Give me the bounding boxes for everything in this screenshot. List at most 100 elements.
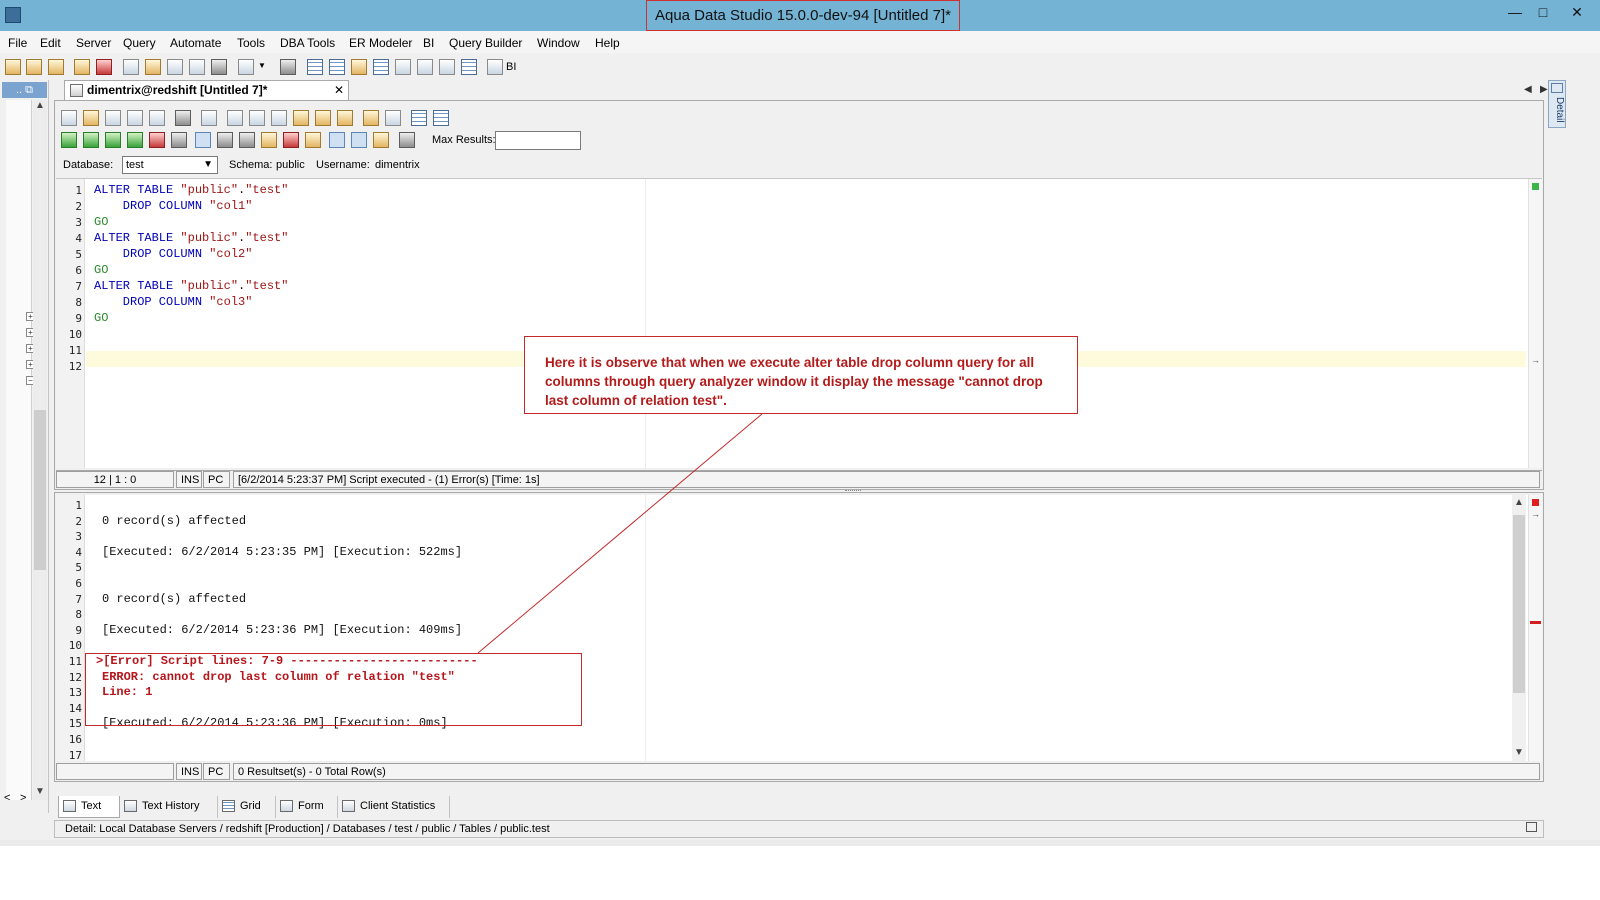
tab-text[interactable]: Text xyxy=(58,796,120,818)
uncomment-icon[interactable] xyxy=(385,110,401,126)
cut-icon[interactable] xyxy=(249,110,265,126)
close-button[interactable]: ✕ xyxy=(1562,2,1592,22)
layout-detail-icon[interactable] xyxy=(351,59,367,75)
server-output-icon[interactable] xyxy=(283,132,299,148)
schema-script-icon[interactable] xyxy=(189,59,205,75)
database-select[interactable]: test ▼ xyxy=(122,156,218,174)
server-properties-icon[interactable] xyxy=(48,59,64,75)
bi-dashboard-icon[interactable] xyxy=(487,59,503,75)
er-diagram-icon[interactable] xyxy=(211,59,227,75)
tab-next-icon[interactable]: ▶ xyxy=(1540,84,1548,95)
menu-query-builder[interactable]: Query Builder xyxy=(449,36,522,50)
tab-form[interactable]: Form xyxy=(276,796,338,818)
max-results-input[interactable] xyxy=(495,131,581,150)
menu-automate[interactable]: Automate xyxy=(170,36,221,50)
sql-code-editor[interactable]: 1 2 3 4 5 6 7 8 9 10 11 12 ALTER TABLE "public"."te… xyxy=(56,178,1542,468)
layout-grid-icon[interactable] xyxy=(307,59,323,75)
copy-icon[interactable] xyxy=(271,110,287,126)
script-dropdown-icon[interactable]: ▼ xyxy=(258,61,266,70)
navigator-header[interactable]: .. ⧉ xyxy=(2,82,47,98)
menu-edit[interactable]: Edit xyxy=(40,36,61,50)
detail-side-tab[interactable]: Detail xyxy=(1548,80,1566,128)
menu-query[interactable]: Query xyxy=(123,36,156,50)
close-tab-icon[interactable]: ✕ xyxy=(334,81,344,99)
minimize-button[interactable]: — xyxy=(1500,2,1530,22)
results-scroll-thumb[interactable] xyxy=(1513,515,1525,693)
find-icon[interactable] xyxy=(201,110,217,126)
scroll-down-icon[interactable]: ▼ xyxy=(1514,747,1524,758)
tab-text-history[interactable]: Text History xyxy=(120,796,218,818)
tab-grid[interactable]: Grid xyxy=(218,796,276,818)
menu-server[interactable]: Server xyxy=(76,36,111,50)
editor-overview-ruler[interactable]: → xyxy=(1528,179,1542,468)
results-in-grid-icon[interactable] xyxy=(329,132,345,148)
layout-list-icon[interactable] xyxy=(417,59,433,75)
explain-plan-icon[interactable] xyxy=(261,132,277,148)
stop-icon[interactable] xyxy=(171,132,187,148)
rollback-icon[interactable] xyxy=(239,132,255,148)
new-file-icon[interactable] xyxy=(61,110,77,126)
menu-er-modeler[interactable]: ER Modeler xyxy=(349,36,412,50)
navigator-scroll-thumb[interactable] xyxy=(34,410,46,570)
results-to-file-icon[interactable] xyxy=(373,132,389,148)
query-options-icon[interactable] xyxy=(399,132,415,148)
layout-tiles-icon[interactable] xyxy=(439,59,455,75)
results-scrollbar[interactable]: ▲ ▼ xyxy=(1512,495,1526,761)
navigator-scrollbar[interactable]: ▲ ▼ xyxy=(33,100,47,800)
restore-panel-icon[interactable] xyxy=(1526,822,1537,832)
layout-tree-icon[interactable] xyxy=(395,59,411,75)
auto-commit-icon[interactable] xyxy=(195,132,211,148)
results-overview-ruler[interactable]: → xyxy=(1528,495,1542,761)
menu-bi[interactable]: BI xyxy=(423,36,434,50)
bi-label[interactable]: BI xyxy=(506,61,516,73)
register-server-icon[interactable] xyxy=(26,59,42,75)
uppercase-icon[interactable] xyxy=(411,110,427,126)
open-folder-icon[interactable] xyxy=(83,110,99,126)
save-icon[interactable] xyxy=(105,110,121,126)
layout-table-icon[interactable] xyxy=(373,59,389,75)
print-icon[interactable] xyxy=(175,110,191,126)
save-as-icon[interactable] xyxy=(127,110,143,126)
menu-dba-tools[interactable]: DBA Tools xyxy=(280,36,335,50)
tab-query-untitled-7[interactable]: dimentrix@redshift [Untitled 7]* ✕ xyxy=(64,80,349,100)
script-icon[interactable] xyxy=(238,59,254,75)
compare-icon[interactable] xyxy=(280,59,296,75)
query-window-icon[interactable] xyxy=(123,59,139,75)
lowercase-icon[interactable] xyxy=(433,110,449,126)
scroll-right-icon[interactable]: > xyxy=(20,792,26,804)
layout-split-icon[interactable] xyxy=(329,59,345,75)
splitter-grip-icon[interactable] xyxy=(845,490,861,493)
query-parameters-icon[interactable] xyxy=(305,132,321,148)
menu-window[interactable]: Window xyxy=(537,36,580,50)
scroll-left-icon[interactable]: < xyxy=(4,792,10,804)
tab-client-statistics[interactable]: Client Statistics xyxy=(338,796,450,818)
menu-help[interactable]: Help xyxy=(595,36,620,50)
layout-panes-icon[interactable] xyxy=(461,59,477,75)
tab-prev-icon[interactable]: ◀ xyxy=(1524,84,1532,95)
connect-icon[interactable] xyxy=(74,59,90,75)
commit-icon[interactable] xyxy=(217,132,233,148)
query-builder-icon[interactable] xyxy=(145,59,161,75)
comment-icon[interactable] xyxy=(363,110,379,126)
select-all-icon[interactable] xyxy=(227,110,243,126)
results-in-text-icon[interactable] xyxy=(351,132,367,148)
new-server-icon[interactable] xyxy=(5,59,21,75)
execute-selection-icon[interactable] xyxy=(105,132,121,148)
scroll-up-icon[interactable]: ▲ xyxy=(35,100,45,111)
disconnect-icon[interactable] xyxy=(96,59,112,75)
navigator-tree[interactable]: + + + + − xyxy=(6,100,35,800)
execute-statement-icon[interactable] xyxy=(127,132,143,148)
scroll-down-icon[interactable]: ▼ xyxy=(35,786,45,797)
paste-icon[interactable] xyxy=(293,110,309,126)
menu-tools[interactable]: Tools xyxy=(237,36,265,50)
execute-script-icon[interactable] xyxy=(149,132,165,148)
table-data-editor-icon[interactable] xyxy=(167,59,183,75)
redo-icon[interactable] xyxy=(337,110,353,126)
error-line-marker-icon[interactable] xyxy=(1530,621,1541,624)
maximize-button[interactable]: □ xyxy=(1528,2,1558,22)
execute-all-icon[interactable] xyxy=(61,132,77,148)
execute-icon[interactable] xyxy=(83,132,99,148)
save-all-icon[interactable] xyxy=(149,110,165,126)
menu-file[interactable]: File xyxy=(8,36,27,50)
scroll-up-icon[interactable]: ▲ xyxy=(1514,497,1524,508)
